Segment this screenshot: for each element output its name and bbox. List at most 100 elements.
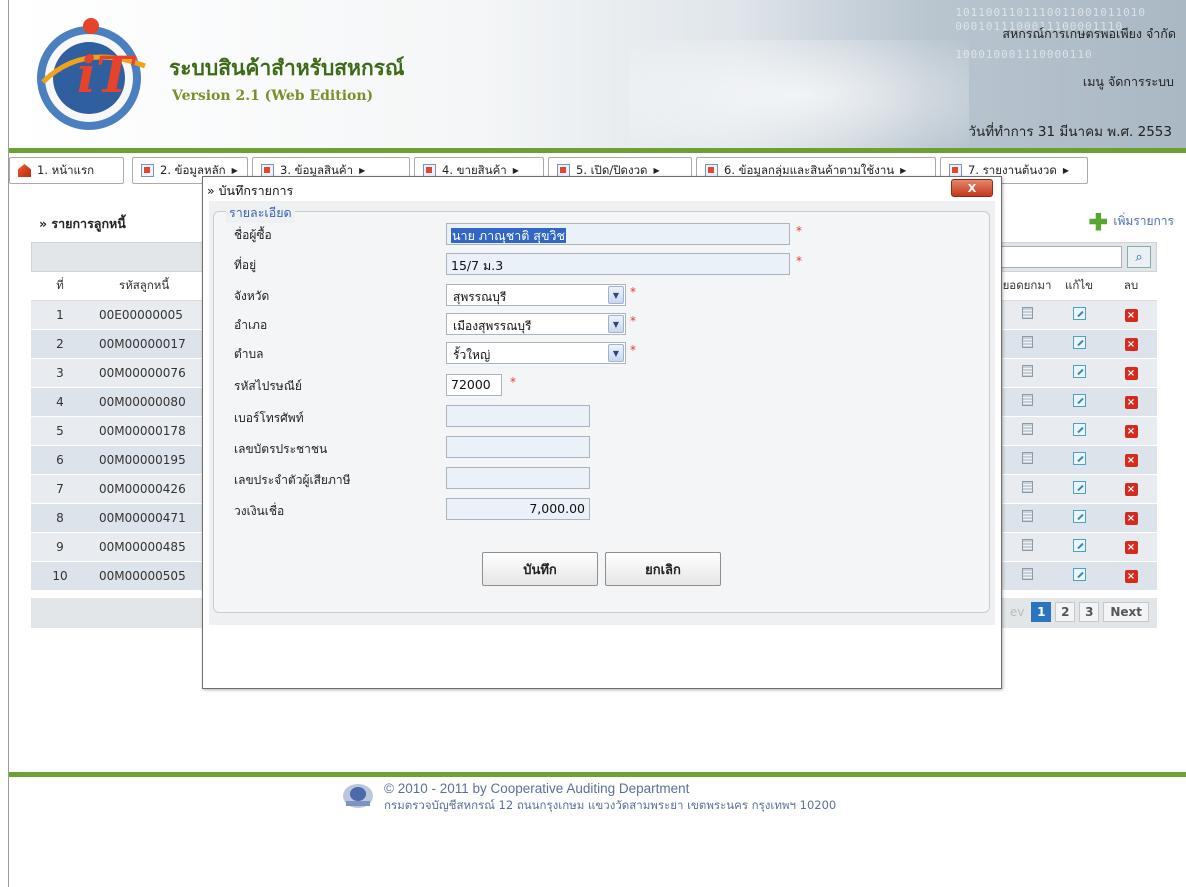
menu-item-home[interactable]: 1. หน้าแรก [9,157,124,184]
required-mark: * [510,375,516,389]
footer-divider [9,772,1186,777]
details-icon[interactable] [1021,481,1033,493]
delete-cell: × [1105,532,1157,562]
search-button[interactable]: ⌕ [1127,246,1151,268]
row-number: 3 [31,358,89,388]
edit-icon[interactable] [1072,364,1086,378]
add-record-button[interactable]: เพิ่มรายการ [1089,212,1174,231]
details-icon[interactable] [1021,365,1033,377]
required-mark: * [796,254,802,268]
details-icon[interactable] [1021,307,1033,319]
details-icon[interactable] [1021,394,1033,406]
delete-cell: × [1105,445,1157,475]
opening-balance-cell [1001,329,1053,359]
credit-limit-field[interactable]: 7,000.00 [446,498,590,520]
delete-icon[interactable]: × [1124,396,1138,409]
details-icon[interactable] [1021,452,1033,464]
edit-cell [1053,445,1105,475]
required-mark: * [796,224,802,238]
required-mark: * [630,343,636,357]
id-card-field[interactable] [446,436,590,458]
row-number: 9 [31,532,89,562]
details-icon[interactable] [1021,510,1033,522]
chevron-down-icon: ▼ [608,344,624,362]
search-icon: ⌕ [1135,249,1143,265]
close-button[interactable]: X [951,179,993,197]
column-header-no: ที่ [31,272,89,301]
page-button-2[interactable]: 2 [1055,602,1076,622]
footer-copyright: © 2010 - 2011 by Cooperative Auditing De… [384,781,690,796]
opening-balance-cell [1001,416,1053,446]
save-button[interactable]: บันทึก [482,552,598,586]
postcode-field[interactable]: 72000 [446,374,502,396]
dialog-header: » บันทึกรายการ X [203,177,1001,199]
debtor-code: 00M00000178 [89,416,199,446]
row-number: 7 [31,474,89,504]
admin-menu-link[interactable]: เมนู จัดการระบบ [1083,72,1174,92]
work-date: วันที่ทำการ 31 มีนาคม พ.ศ. 2553 [968,124,1172,140]
phone-field[interactable] [446,405,590,427]
required-mark: * [630,285,636,299]
panel-title: » รายการลูกหนี้ [39,216,126,231]
address-field[interactable]: 15/7 ม.3 [446,253,790,275]
opening-balance-cell [1001,445,1053,475]
buyer-name-field[interactable]: นาย ภาณุชาติ สุขวิช [446,223,790,245]
details-icon[interactable] [1021,568,1033,580]
edit-cell [1053,561,1105,591]
page-button-3[interactable]: 3 [1079,602,1100,622]
opening-balance-cell [1001,532,1053,562]
delete-cell: × [1105,387,1157,417]
app-version: Version 2.1 (Web Edition) [172,88,374,104]
province-select[interactable]: สุพรรณบุรี ▼ [446,284,626,306]
department-seal-icon [343,784,373,808]
required-mark: * [630,314,636,328]
delete-icon[interactable]: × [1124,570,1138,583]
id-card-label: เลขบัตรประชาชน [234,442,328,456]
district-select[interactable]: เมืองสุพรรณบุรี ▼ [446,313,626,335]
row-number: 6 [31,445,89,475]
page-button-1[interactable]: 1 [1031,602,1052,622]
next-page-button[interactable]: Next [1103,602,1149,622]
edit-icon[interactable] [1072,451,1086,465]
delete-icon[interactable]: × [1124,425,1138,438]
edit-icon[interactable] [1072,422,1086,436]
subdistrict-select[interactable]: รั้วใหญ่ ▼ [446,342,626,364]
delete-icon[interactable]: × [1124,338,1138,351]
subdistrict-label: ตำบล [234,347,264,361]
postcode-label: รหัสไปรษณีย์ [234,379,302,393]
tax-id-field[interactable] [446,467,590,489]
cancel-button[interactable]: ยกเลิก [605,552,721,586]
opening-balance-cell [1001,474,1053,504]
edit-icon[interactable] [1072,538,1086,552]
delete-icon[interactable]: × [1124,512,1138,525]
delete-cell: × [1105,561,1157,591]
edit-icon[interactable] [1072,306,1086,320]
edit-icon[interactable] [1072,567,1086,581]
district-value: เมืองสุพรรณบุรี [453,319,532,333]
row-number: 8 [31,503,89,533]
details-icon[interactable] [1021,336,1033,348]
edit-icon[interactable] [1072,393,1086,407]
delete-icon[interactable]: × [1124,541,1138,554]
debtor-code: 00E00000005 [89,300,199,330]
prev-page-button[interactable]: ev [1007,602,1027,622]
footer: © 2010 - 2011 by Cooperative Auditing De… [340,781,836,813]
edit-icon[interactable] [1072,480,1086,494]
home-icon [18,164,31,177]
submenu-arrow-icon: ▶ [359,166,366,175]
opening-balance-cell [1001,561,1053,591]
delete-icon[interactable]: × [1124,483,1138,496]
delete-icon[interactable]: × [1124,367,1138,380]
submenu-arrow-icon: ▶ [1062,166,1069,175]
submenu-arrow-icon: ▶ [900,166,907,175]
delete-icon[interactable]: × [1124,309,1138,322]
delete-cell: × [1105,358,1157,388]
details-icon[interactable] [1021,539,1033,551]
details-icon[interactable] [1021,423,1033,435]
edit-icon[interactable] [1072,335,1086,349]
details-legend: รายละเอียด [226,203,295,223]
app-header: 1011001101110011001011010 00010111000111… [9,0,1186,150]
edit-icon[interactable] [1072,509,1086,523]
cooperative-name: สหกรณ์การเกษตรพอเพียง จำกัด [1002,26,1176,41]
delete-icon[interactable]: × [1124,454,1138,467]
